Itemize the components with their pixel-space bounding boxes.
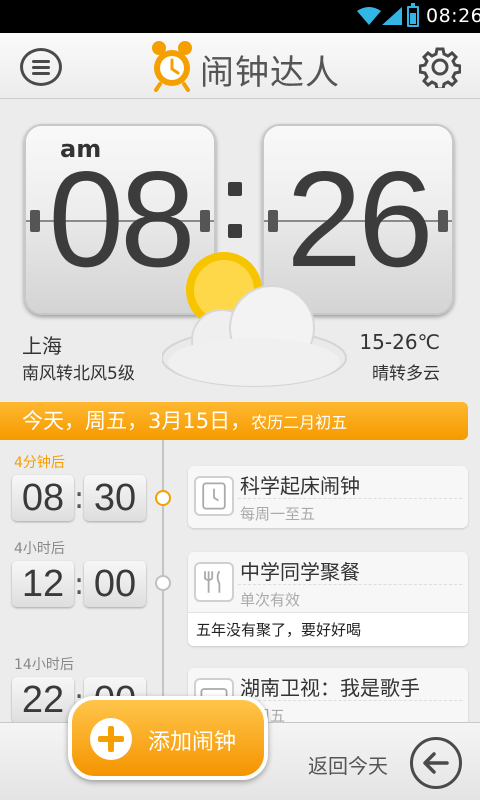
alarm-clock-logo-icon	[152, 41, 192, 92]
status-time: 08:26	[426, 5, 480, 27]
dining-icon	[194, 562, 234, 602]
add-alarm-button[interactable]: 添加闹钟	[68, 696, 268, 780]
alarm-hour: 12	[12, 561, 74, 607]
battery-icon	[407, 3, 419, 27]
clock-icon	[194, 476, 234, 516]
timeline-dot	[155, 490, 171, 506]
date-bar: 今天，周五，3月15日，农历二月初五	[0, 402, 468, 440]
lunar-date: 农历二月初五	[251, 413, 348, 432]
alarm-minute: 00	[84, 561, 146, 607]
clock-colon	[228, 182, 242, 238]
alarm-note: 五年没有聚了，要好好喝	[188, 612, 468, 646]
clock-ampm: am	[60, 135, 102, 163]
alarm-countdown: 4小时后	[14, 541, 65, 557]
alarm-countdown: 14小时后	[14, 657, 74, 673]
alarm-card[interactable]: 科学起床闹钟 每周一至五	[188, 466, 468, 528]
alarm-title: 中学同学聚餐	[240, 560, 360, 584]
alarm-hour: 08	[12, 475, 74, 521]
weather-condition: 晴转多云	[372, 364, 440, 384]
status-bar: 08:26	[0, 0, 480, 33]
alarm-repeat: 单次有效	[240, 591, 301, 609]
timeline-dot	[155, 575, 171, 591]
app-header: 闹钟达人	[0, 33, 480, 99]
wifi-icon	[357, 7, 381, 25]
alarm-card[interactable]: 中学同学聚餐 单次有效 五年没有聚了，要好好喝	[188, 552, 468, 646]
alarm-time[interactable]: 12 : 00	[12, 561, 146, 607]
signal-icon	[382, 7, 402, 25]
app-title: 闹钟达人	[200, 53, 340, 93]
settings-gear-icon[interactable]	[419, 46, 461, 88]
alarm-time[interactable]: 08 : 30	[12, 475, 146, 521]
back-arrow-icon[interactable]	[410, 737, 462, 789]
alarm-minute: 30	[84, 475, 146, 521]
alarm-title: 科学起床闹钟	[240, 474, 360, 498]
alarm-countdown: 4分钟后	[14, 455, 65, 471]
alarm-title: 湖南卫视：我是歌手	[240, 676, 420, 700]
add-alarm-label: 添加闹钟	[148, 730, 237, 755]
back-to-today-label[interactable]: 返回今天	[308, 750, 388, 779]
plus-icon	[90, 718, 132, 760]
menu-button[interactable]	[20, 48, 62, 86]
date-text: 今天，周五，3月15日，	[22, 409, 252, 433]
weather-wind: 南风转北风5级	[22, 364, 135, 384]
partly-cloudy-icon	[162, 252, 347, 387]
alarm-repeat: 每周一至五	[240, 505, 316, 523]
weather-temperature: 15-26℃	[359, 330, 440, 354]
menu-icon	[32, 60, 50, 63]
alarm-hour: 22	[12, 677, 74, 723]
weather-city: 上海	[22, 334, 62, 358]
